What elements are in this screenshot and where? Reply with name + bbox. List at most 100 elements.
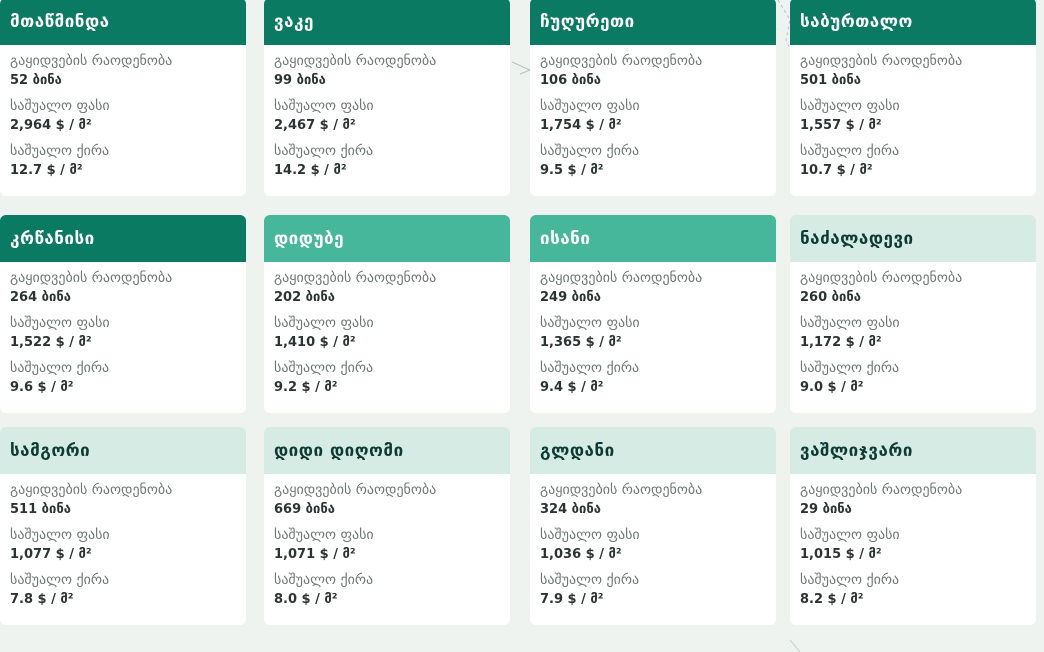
district-name: ჩუღურეთი [530, 0, 776, 45]
avg-rent-value: 7.8 $ / მ² [10, 592, 74, 607]
listings-label: გაყიდვების რაოდენობა [10, 270, 173, 286]
avg-rent-value: 9.6 $ / მ² [10, 380, 74, 395]
avg-price-label: საშუალო ფასი [800, 98, 900, 114]
listings-label: გაყიდვების რაოდენობა [274, 270, 437, 286]
avg-price-value: 1,036 $ / მ² [540, 547, 622, 562]
district-stats: გაყიდვების რაოდენობა 106 ბინა საშუალო ფასი… [530, 45, 776, 186]
listings-label: გაყიდვების რაოდენობა [800, 270, 963, 286]
avg-rent-label: საშუალო ქირა [274, 572, 374, 588]
district-card[interactable]: ვაკე გაყიდვების რაოდენობა 99 ბინა საშუალო ფ… [264, 0, 510, 196]
district-stats: გაყიდვების რაოდენობა 669 ბინა საშუალო ფასი… [264, 474, 510, 615]
listings-value: 29 ბინა [800, 502, 852, 517]
district-card[interactable]: დიდუბე გაყიდვების რაოდენობა 202 ბინა საშუალ… [264, 215, 510, 413]
avg-rent-label: საშუალო ქირა [10, 360, 110, 376]
listings-value: 264 ბინა [10, 290, 71, 305]
avg-rent-value: 7.9 $ / მ² [540, 592, 604, 607]
district-name: საბურთალო [790, 0, 1036, 45]
district-name: დიდუბე [264, 215, 510, 262]
avg-price-label: საშუალო ფასი [10, 527, 110, 543]
avg-price-label: საშუალო ფასი [10, 98, 110, 114]
avg-rent-label: საშუალო ქირა [540, 143, 640, 159]
district-stats: გაყიდვების რაოდენობა 264 ბინა საშუალო ფასი… [0, 262, 246, 403]
listings-value: 249 ბინა [540, 290, 601, 305]
listings-label: გაყიდვების რაოდენობა [540, 482, 703, 498]
listings-value: 501 ბინა [800, 73, 861, 88]
district-card[interactable]: საბურთალო გაყიდვების რაოდენობა 501 ბინა საშ… [790, 0, 1036, 196]
listings-value: 202 ბინა [274, 290, 335, 305]
avg-rent-label: საშუალო ქირა [10, 572, 110, 588]
avg-rent-value: 9.2 $ / მ² [274, 380, 338, 395]
avg-rent-label: საშუალო ქირა [274, 360, 374, 376]
district-name: სამგორი [0, 427, 246, 474]
district-card[interactable]: კრწანისი გაყიდვების რაოდენობა 264 ბინა საშუ… [0, 215, 246, 413]
district-card[interactable]: ჩუღურეთი გაყიდვების რაოდენობა 106 ბინა საშუ… [530, 0, 776, 196]
avg-rent-value: 12.7 $ / მ² [10, 163, 83, 178]
district-stats: გაყიდვების რაოდენობა 260 ბინა საშუალო ფასი… [790, 262, 1036, 403]
district-stats: გაყიდვების რაოდენობა 202 ბინა საშუალო ფასი… [264, 262, 510, 403]
district-stats: გაყიდვების რაოდენობა 324 ბინა საშუალო ფასი… [530, 474, 776, 615]
avg-rent-label: საშუალო ქირა [274, 143, 374, 159]
listings-value: 99 ბინა [274, 73, 326, 88]
avg-price-value: 1,557 $ / მ² [800, 118, 882, 133]
avg-price-value: 1,077 $ / მ² [10, 547, 92, 562]
listings-value: 324 ბინა [540, 502, 601, 517]
listings-value: 511 ბინა [10, 502, 71, 517]
avg-rent-label: საშუალო ქირა [10, 143, 110, 159]
district-name: ვაკე [264, 0, 510, 45]
listings-label: გაყიდვების რაოდენობა [800, 53, 963, 69]
avg-price-value: 2,467 $ / მ² [274, 118, 356, 133]
listings-label: გაყიდვების რაოდენობა [274, 53, 437, 69]
district-name: ნაძალადევი [790, 215, 1036, 262]
avg-price-label: საშუალო ფასი [540, 315, 640, 331]
district-name: დიდი დიღომი [264, 427, 510, 474]
listings-label: გაყიდვების რაოდენობა [10, 53, 173, 69]
listings-label: გაყიდვების რაოდენობა [540, 270, 703, 286]
avg-rent-value: 9.5 $ / მ² [540, 163, 604, 178]
district-card[interactable]: დიდი დიღომი გაყიდვების რაოდენობა 669 ბინა ს… [264, 427, 510, 625]
district-card[interactable]: ნაძალადევი გაყიდვების რაოდენობა 260 ბინა სა… [790, 215, 1036, 413]
avg-price-value: 1,754 $ / მ² [540, 118, 622, 133]
avg-rent-value: 9.4 $ / მ² [540, 380, 604, 395]
avg-price-label: საშუალო ფასი [540, 98, 640, 114]
listings-label: გაყიდვების რაოდენობა [274, 482, 437, 498]
district-name: მთაწმინდა [0, 0, 246, 45]
district-card-grid: მთაწმინდა გაყიდვების რაოდენობა 52 ბინა საშუ… [0, 0, 1044, 652]
district-stats: გაყიდვების რაოდენობა 249 ბინა საშუალო ფასი… [530, 262, 776, 403]
district-stats: გაყიდვების რაოდენობა 501 ბინა საშუალო ფასი… [790, 45, 1036, 186]
avg-price-label: საშუალო ფასი [800, 315, 900, 331]
avg-price-label: საშუალო ფასი [274, 98, 374, 114]
district-stats: გაყიდვების რაოდენობა 52 ბინა საშუალო ფასი 2… [0, 45, 246, 186]
avg-price-label: საშუალო ფასი [274, 315, 374, 331]
avg-rent-label: საშუალო ქირა [540, 572, 640, 588]
district-stats: გაყიდვების რაოდენობა 511 ბინა საშუალო ფასი… [0, 474, 246, 615]
avg-price-label: საშუალო ფასი [274, 527, 374, 543]
district-stats: გაყიდვების რაოდენობა 99 ბინა საშუალო ფასი 2… [264, 45, 510, 186]
avg-rent-label: საშუალო ქირა [800, 143, 900, 159]
avg-price-label: საშუალო ფასი [10, 315, 110, 331]
listings-label: გაყიდვების რაოდენობა [540, 53, 703, 69]
district-name: გლდანი [530, 427, 776, 474]
district-stats: გაყიდვების რაოდენობა 29 ბინა საშუალო ფასი 1… [790, 474, 1036, 615]
district-card[interactable]: ვაშლიჯვარი გაყიდვების რაოდენობა 29 ბინა საშ… [790, 427, 1036, 625]
avg-rent-value: 10.7 $ / მ² [800, 163, 873, 178]
listings-value: 260 ბინა [800, 290, 861, 305]
avg-rent-label: საშუალო ქირა [800, 572, 900, 588]
district-name: ვაშლიჯვარი [790, 427, 1036, 474]
district-card[interactable]: გლდანი გაყიდვების რაოდენობა 324 ბინა საშუალ… [530, 427, 776, 625]
listings-value: 52 ბინა [10, 73, 62, 88]
avg-rent-label: საშუალო ქირა [800, 360, 900, 376]
avg-price-value: 1,172 $ / მ² [800, 335, 882, 350]
avg-rent-value: 9.0 $ / მ² [800, 380, 864, 395]
listings-value: 106 ბინა [540, 73, 601, 88]
avg-price-value: 1,410 $ / მ² [274, 335, 356, 350]
avg-price-value: 1,015 $ / მ² [800, 547, 882, 562]
listings-value: 669 ბინა [274, 502, 335, 517]
district-card[interactable]: მთაწმინდა გაყიდვების რაოდენობა 52 ბინა საშუ… [0, 0, 246, 196]
avg-price-label: საშუალო ფასი [800, 527, 900, 543]
avg-rent-label: საშუალო ქირა [540, 360, 640, 376]
avg-price-value: 1,522 $ / მ² [10, 335, 92, 350]
district-card[interactable]: ისანი გაყიდვების რაოდენობა 249 ბინა საშუალო… [530, 215, 776, 413]
district-card[interactable]: სამგორი გაყიდვების რაოდენობა 511 ბინა საშუა… [0, 427, 246, 625]
avg-price-value: 1,071 $ / მ² [274, 547, 356, 562]
avg-price-value: 1,365 $ / მ² [540, 335, 622, 350]
